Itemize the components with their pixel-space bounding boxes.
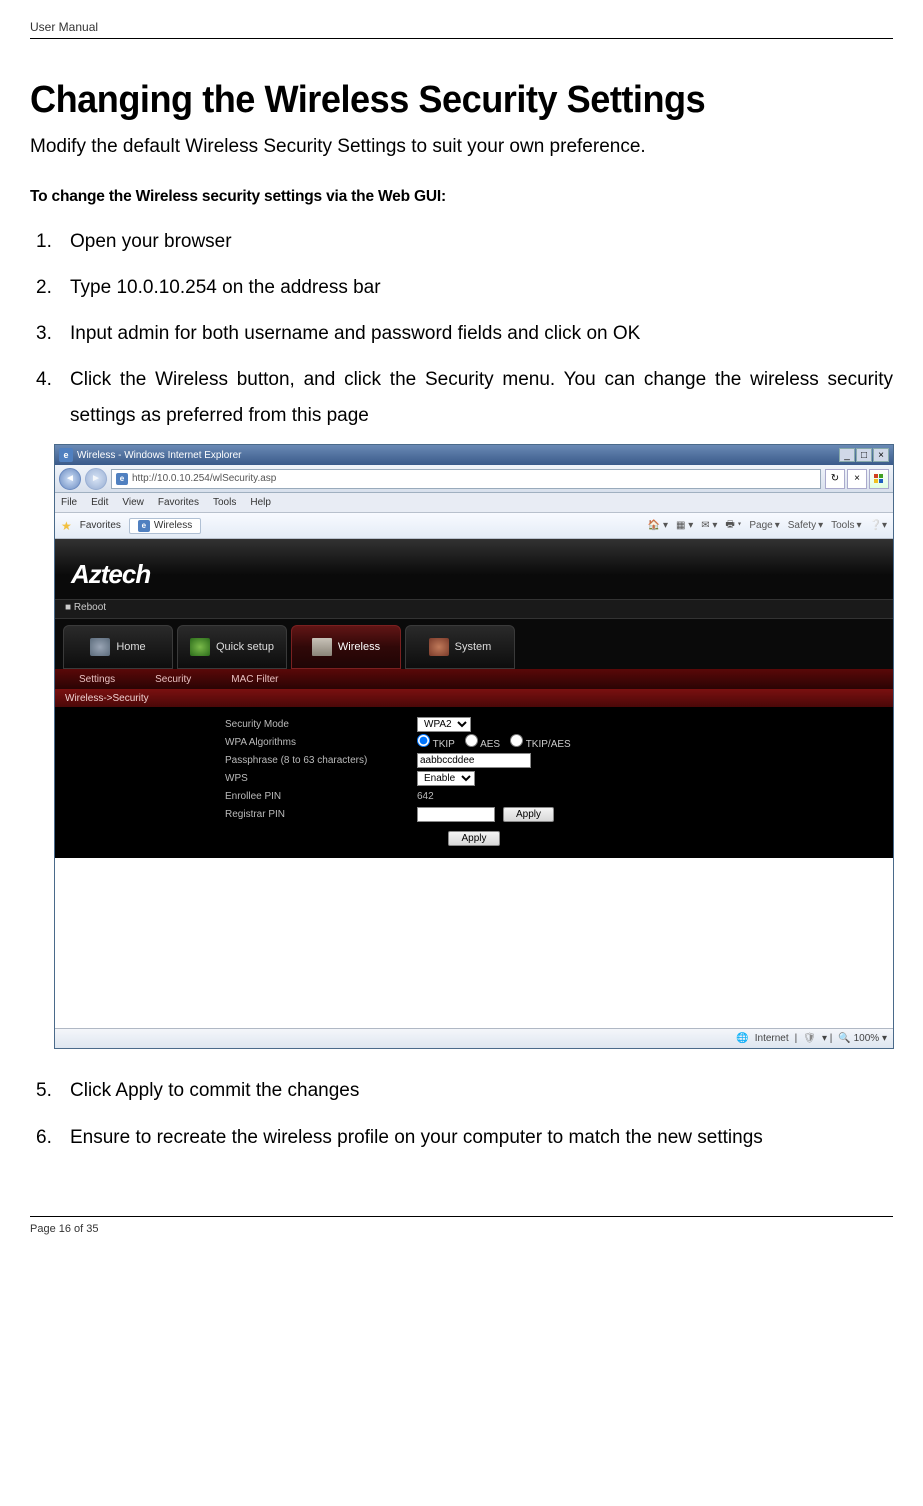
protected-mode-icon: 🛡 [803, 1033, 816, 1044]
step-3-text: Input admin for both username and passwo… [70, 323, 640, 344]
internet-zone: Internet [755, 1033, 789, 1044]
menu-help[interactable]: Help [250, 497, 271, 508]
tab-quicksetup[interactable]: Quick setup [177, 625, 287, 669]
divider-bottom [30, 1216, 893, 1217]
stop-button[interactable]: × [847, 469, 867, 489]
security-form: Security Mode WPA2 WPA Algorithms TKIP A… [55, 707, 893, 858]
ie-favbar: ★ Favorites e Wireless 🏠 ▾ ▦ ▾ ✉ ▾ 🖶 ▾ P… [55, 513, 893, 539]
window-title: Wireless - Windows Internet Explorer [77, 450, 242, 461]
favorites-label[interactable]: Favorites [80, 520, 121, 531]
zoom-control[interactable]: 🔍 100% ▾ [838, 1033, 887, 1044]
reboot-label: Reboot [74, 602, 106, 613]
tab-system[interactable]: System [405, 625, 515, 669]
home-tool-icon[interactable]: 🏠 ▾ [648, 517, 668, 534]
subtab-settings[interactable]: Settings [79, 674, 115, 685]
doc-header: User Manual [30, 20, 893, 34]
breadcrumb: Wireless->Security [55, 689, 893, 707]
apply-button[interactable]: Apply [448, 831, 499, 846]
step-4: 4.Click the Wireless button, and click t… [70, 362, 893, 434]
brand-logo: Aztech [71, 559, 150, 590]
system-icon [429, 638, 449, 656]
address-bar[interactable]: e http://10.0.10.254/wlSecurity.asp [111, 469, 821, 489]
wireless-icon [312, 638, 332, 656]
favorites-star-icon[interactable]: ★ [61, 519, 72, 533]
forward-button[interactable]: ► [85, 468, 107, 490]
page-title: Changing the Wireless Security Settings [30, 79, 850, 122]
step-6: 6.Ensure to recreate the wireless profil… [70, 1120, 893, 1156]
ie-icon: e [59, 448, 73, 462]
step-1-text: Open your browser [70, 231, 232, 252]
quicksetup-icon [190, 638, 210, 656]
passphrase-label: Passphrase (8 to 63 characters) [225, 755, 405, 766]
intro-text: Modify the default Wireless Security Set… [30, 136, 893, 158]
subtab-bar: Settings Security MAC Filter [55, 669, 893, 689]
step-5: 5.Click Apply to commit the changes [70, 1073, 893, 1109]
tools-tool[interactable]: Tools ▾ [831, 517, 861, 534]
step-2: 2.Type 10.0.10.254 on the address bar [70, 270, 893, 306]
subtab-security[interactable]: Security [155, 674, 191, 685]
ie-menubar: File Edit View Favorites Tools Help [55, 493, 893, 513]
wps-select[interactable]: Enable [417, 771, 475, 786]
enrollee-value: 642 [417, 791, 434, 802]
feed-tool-icon[interactable]: ▦ ▾ [676, 517, 693, 534]
tab-home[interactable]: Home [63, 625, 173, 669]
step-4-text: Click the Wireless button, and click the… [70, 369, 893, 426]
page-footer: Page 16 of 35 [30, 1223, 893, 1235]
reboot-bar[interactable]: ■ Reboot [55, 599, 893, 619]
page-tool[interactable]: Page ▾ [749, 517, 779, 534]
ie-statusbar: 🌐 Internet | 🛡 ▾ | 🔍 100% ▾ [55, 1028, 893, 1048]
step-2-text: Type 10.0.10.254 on the address bar [70, 277, 381, 298]
print-tool-icon[interactable]: 🖶 ▾ [725, 517, 741, 534]
tab-favicon-icon: e [138, 520, 150, 532]
menu-favorites[interactable]: Favorites [158, 497, 199, 508]
secmode-label: Security Mode [225, 719, 405, 730]
back-button[interactable]: ◄ [59, 468, 81, 490]
help-tool-icon[interactable]: ❔▾ [870, 517, 887, 534]
internet-zone-icon: 🌐 [736, 1033, 748, 1044]
divider-top [30, 38, 893, 39]
refresh-button[interactable]: ↻ [825, 469, 845, 489]
radio-aes[interactable]: AES [465, 734, 500, 750]
step-3: 3.Input admin for both username and pass… [70, 316, 893, 352]
registrar-input[interactable] [417, 807, 495, 822]
home-icon [90, 638, 110, 656]
registrar-apply-button[interactable]: Apply [503, 807, 554, 822]
tab-wireless[interactable]: Wireless [291, 625, 401, 669]
menu-edit[interactable]: Edit [91, 497, 108, 508]
radio-tkipaes[interactable]: TKIP/AES [510, 734, 571, 750]
close-button[interactable]: × [873, 448, 889, 462]
radio-tkip[interactable]: TKIP [417, 734, 455, 750]
step-6-text: Ensure to recreate the wireless profile … [70, 1127, 763, 1148]
menu-file[interactable]: File [61, 497, 77, 508]
step-1: 1.Open your browser [70, 224, 893, 260]
passphrase-input[interactable] [417, 753, 531, 768]
wpaalg-label: WPA Algorithms [225, 737, 405, 748]
blank-area [55, 858, 893, 1028]
menu-view[interactable]: View [122, 497, 144, 508]
mail-tool-icon[interactable]: ✉ ▾ [701, 517, 717, 534]
max-button[interactable]: □ [856, 448, 872, 462]
ie-navbar: ◄ ► e http://10.0.10.254/wlSecurity.asp … [55, 465, 893, 493]
page-tab[interactable]: e Wireless [129, 518, 201, 534]
step-5-text: Click Apply to commit the changes [70, 1080, 359, 1101]
subtab-macfilter[interactable]: MAC Filter [231, 674, 278, 685]
registrar-label: Registrar PIN [225, 809, 405, 820]
subheading: To change the Wireless security settings… [30, 188, 867, 206]
secmode-select[interactable]: WPA2 [417, 717, 471, 732]
screenshot-embed: e Wireless - Windows Internet Explorer _… [54, 444, 894, 1049]
address-text: http://10.0.10.254/wlSecurity.asp [132, 473, 276, 484]
safety-tool[interactable]: Safety ▾ [788, 517, 823, 534]
menu-tools[interactable]: Tools [213, 497, 236, 508]
router-page: Aztech ■ Reboot Home Quick setup Wireles… [55, 539, 893, 1028]
search-provider-icon[interactable] [869, 469, 889, 489]
min-button[interactable]: _ [839, 448, 855, 462]
enrollee-label: Enrollee PIN [225, 791, 405, 802]
tab-title: Wireless [154, 520, 192, 531]
wps-label: WPS [225, 773, 405, 784]
ie-titlebar: e Wireless - Windows Internet Explorer _… [55, 445, 893, 465]
page-favicon-icon: e [116, 473, 128, 485]
